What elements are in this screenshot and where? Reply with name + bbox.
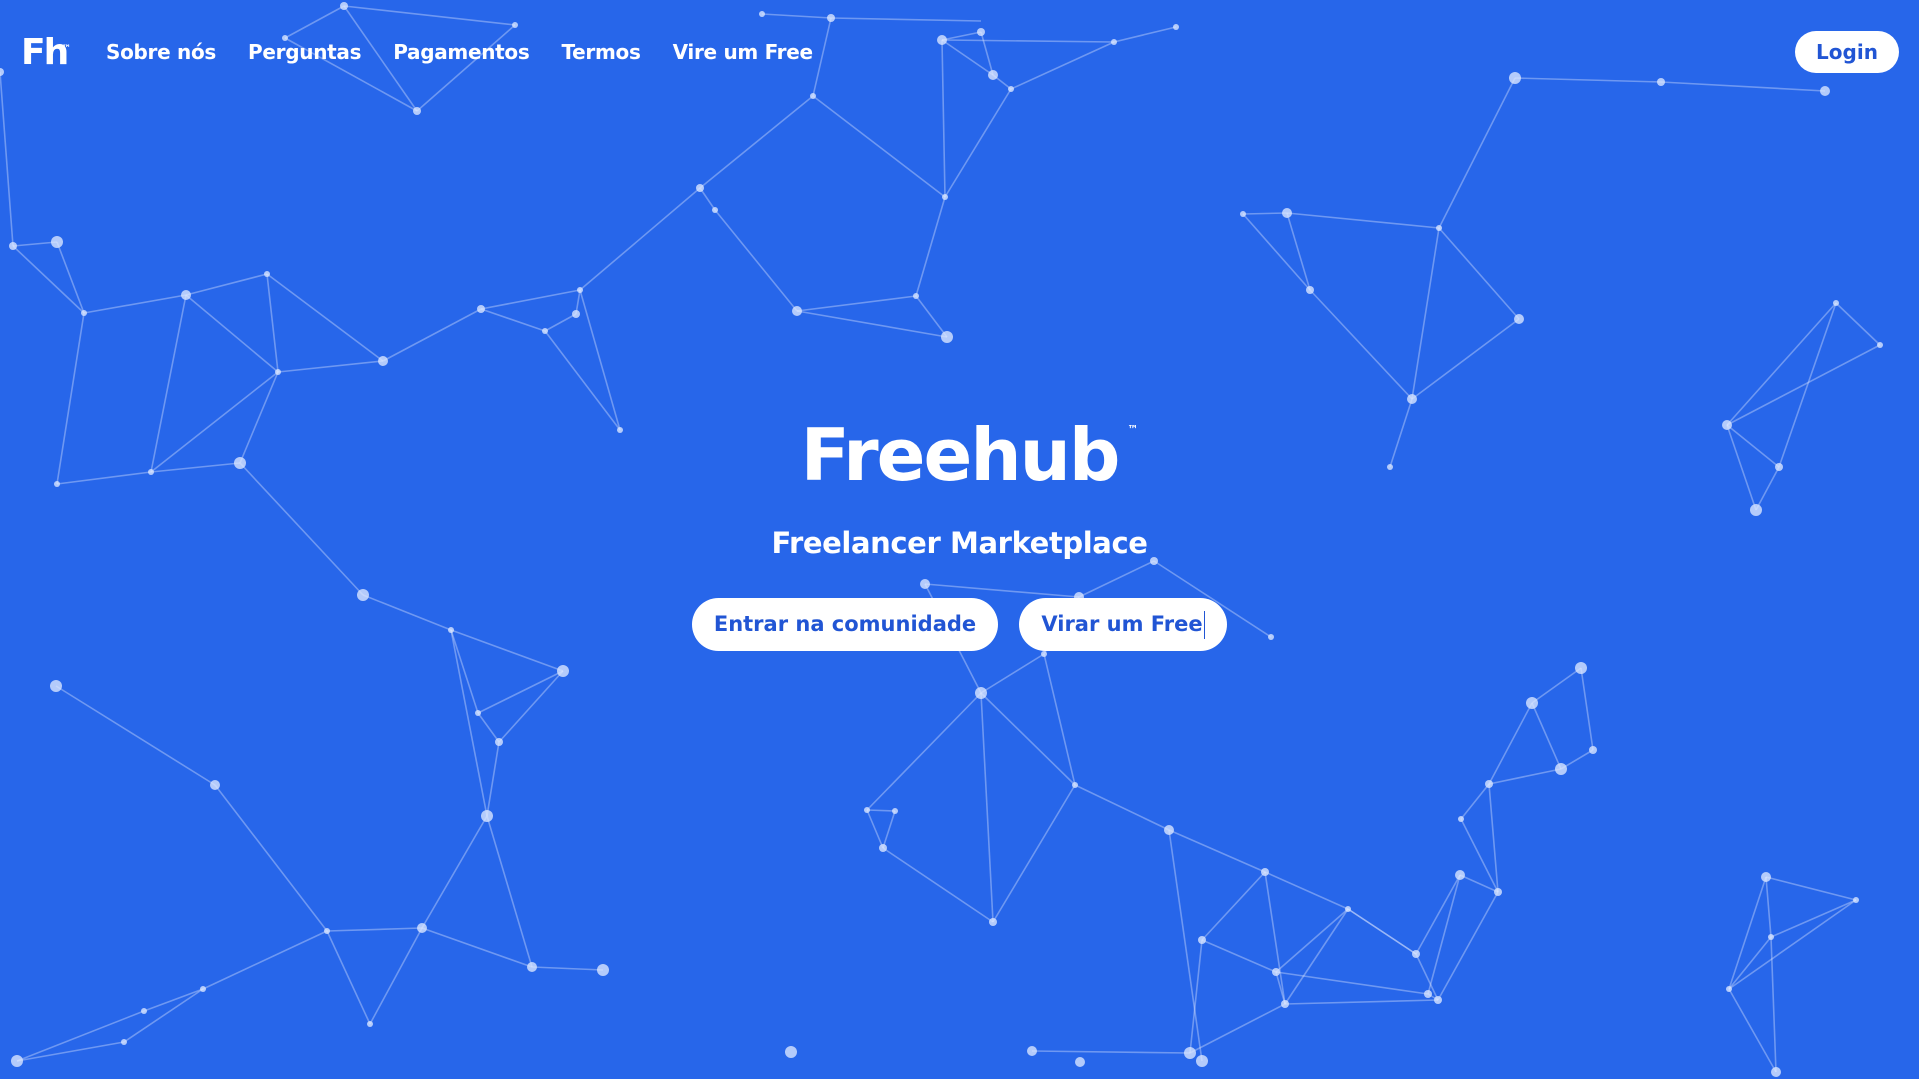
nav-payments-link[interactable]: Pagamentos: [393, 38, 530, 66]
hero-title: Freehub: [800, 413, 1121, 497]
freehub-logo[interactable]: Fh ™: [21, 32, 71, 73]
nav-questions-link[interactable]: Perguntas: [248, 38, 361, 66]
text-caret: [1203, 611, 1205, 639]
logo-wordmark: Fh: [21, 32, 69, 73]
hero-subtitle: Freelancer Marketplace: [771, 526, 1148, 560]
join-community-button[interactable]: Entrar na comunidade: [692, 598, 998, 651]
hero-section: Freehub ™ Freelancer Marketplace Entrar …: [0, 405, 1919, 651]
hero-actions: Entrar na comunidade Virar um Free: [0, 598, 1919, 651]
landing-page: Fh ™ Sobre nós Perguntas Pagamentos Term…: [0, 0, 1919, 1079]
become-free-label: Virar um Free: [1041, 612, 1203, 636]
hero-trademark: ™: [1127, 423, 1139, 436]
become-free-button[interactable]: Virar um Free: [1019, 598, 1227, 651]
top-navigation: Fh ™ Sobre nós Perguntas Pagamentos Term…: [0, 0, 1919, 104]
nav-become-free-link[interactable]: Vire um Free: [673, 38, 814, 66]
nav-terms-link[interactable]: Termos: [561, 38, 640, 66]
login-button[interactable]: Login: [1795, 31, 1899, 73]
hero-brand: Freehub ™: [800, 405, 1139, 505]
logo-trademark: ™: [62, 44, 71, 54]
main-navigation: Sobre nós Perguntas Pagamentos Termos Vi…: [106, 38, 813, 66]
join-community-label: Entrar na comunidade: [713, 612, 977, 636]
nav-about-link[interactable]: Sobre nós: [106, 38, 216, 66]
